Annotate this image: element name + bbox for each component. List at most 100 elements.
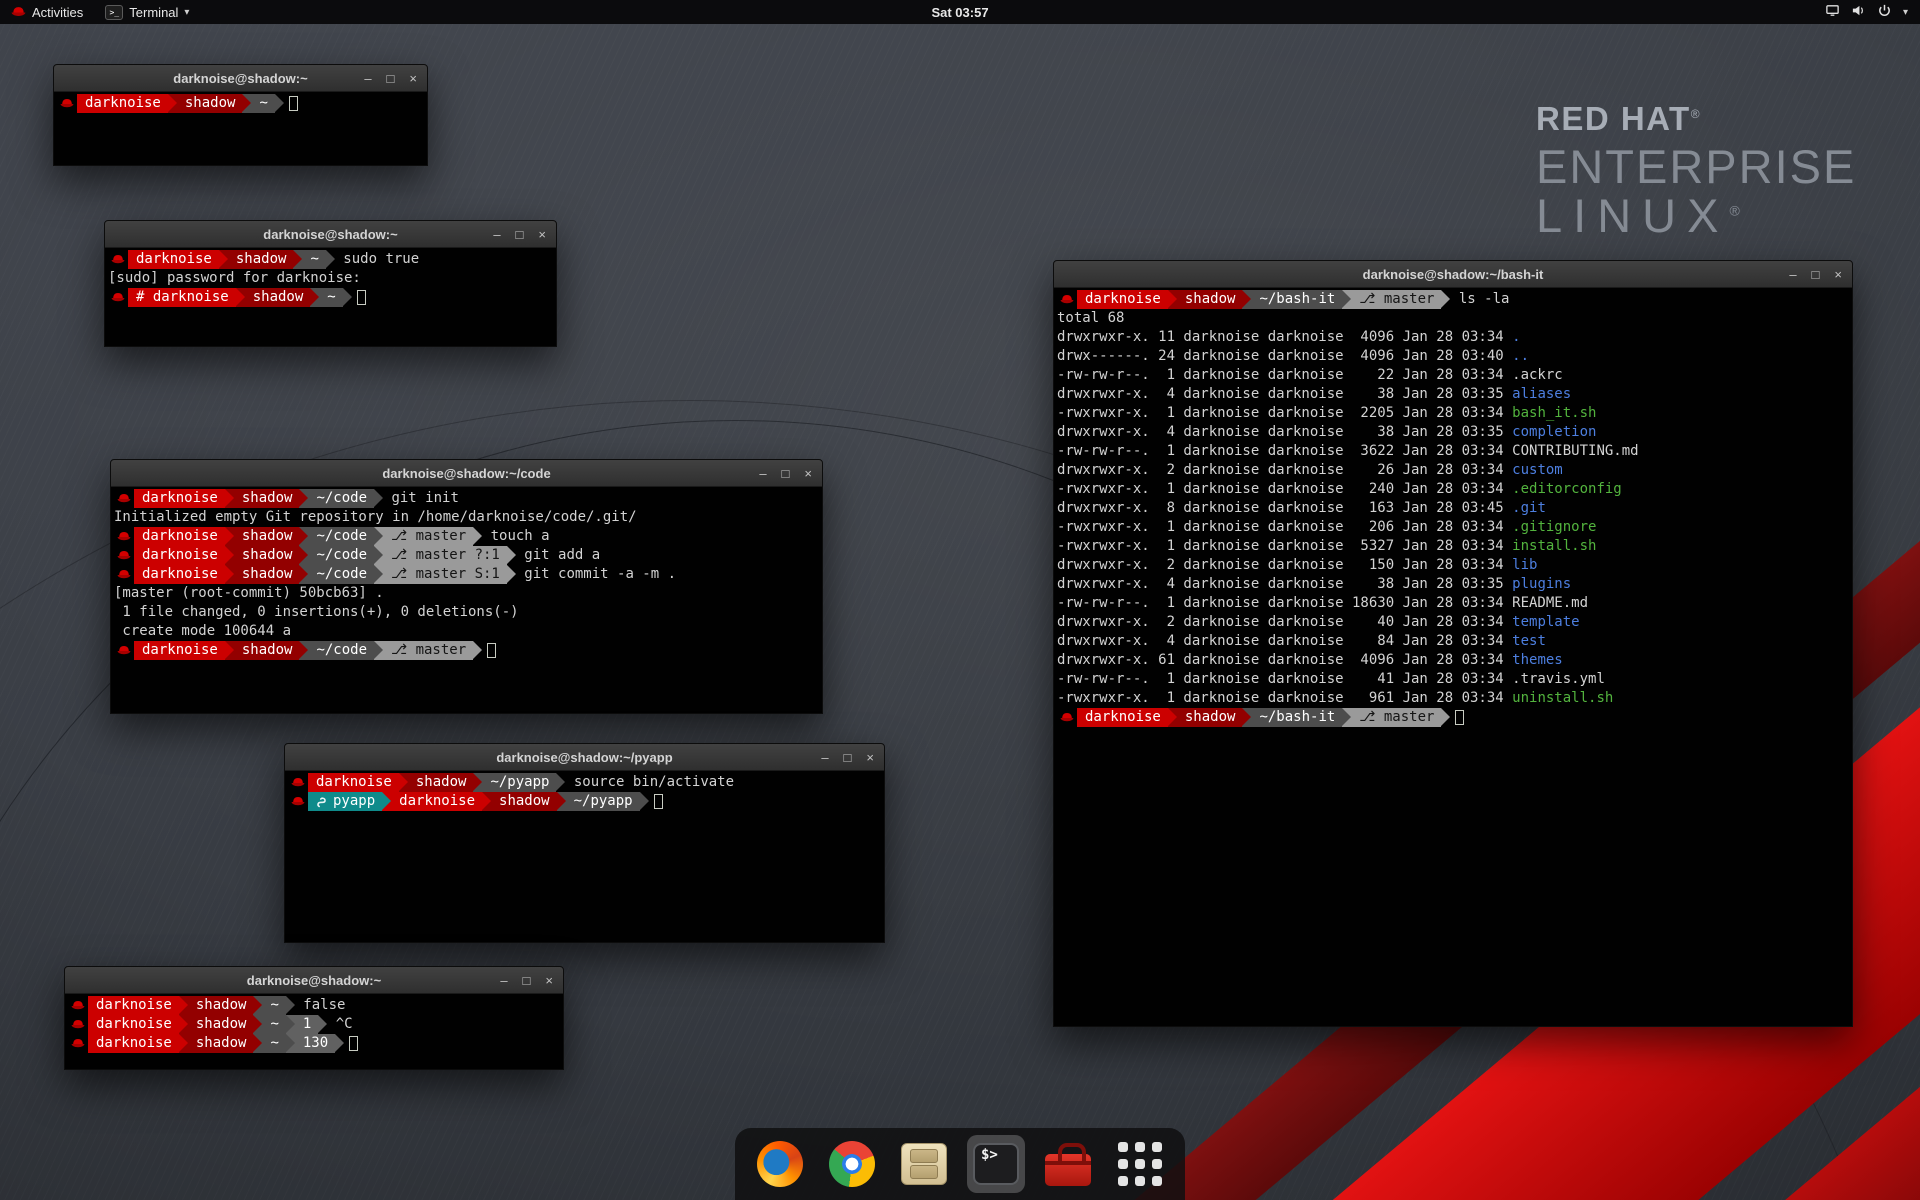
maximize-button[interactable]: □ [1812,267,1820,282]
system-menu[interactable]: ▾ [1817,0,1916,24]
terminal-text: ls -la [1450,290,1509,309]
window-titlebar[interactable]: darknoise@shadow:~/code–□× [111,460,822,487]
close-button[interactable]: × [866,750,874,765]
maximize-button[interactable]: □ [782,466,790,481]
minimize-button[interactable]: – [493,227,500,242]
window-titlebar[interactable]: darknoise@shadow:~ – □ × [54,65,427,92]
powerline-arrow-icon [557,792,566,811]
prompt-segment: darknoise [88,1034,179,1053]
terminal-cursor [654,794,663,809]
terminal-line: drwxrwxr-x. 4 darknoise darknoise 38 Jan… [1057,575,1852,594]
powerline-arrow-icon [473,773,482,792]
window-title: darknoise@shadow:~ [263,227,397,242]
powerline-arrow-icon [335,1034,344,1053]
terminal-line: darknoiseshadow~1 ^C [68,1015,563,1034]
powerline-arrow-icon [1342,290,1351,309]
window-controls: – □ × [493,221,546,247]
terminal-body[interactable]: darknoiseshadow~ falsedarknoiseshadow~1 … [65,994,563,1069]
terminal-text: .. [1512,347,1529,366]
minimize-button[interactable]: – [500,973,507,988]
window-titlebar[interactable]: darknoise@shadow:~–□× [65,967,563,994]
terminal-body[interactable]: darknoiseshadow~/code git initInitialize… [111,487,822,713]
close-button[interactable]: × [409,71,417,86]
terminal-body[interactable]: darknoiseshadow~/bash-it⎇ master ls -lat… [1054,288,1852,1026]
chevron-down-icon: ▾ [1903,7,1908,18]
close-button[interactable]: × [545,973,553,988]
powerline-arrow-icon [374,527,383,546]
minimize-button[interactable]: – [1789,267,1796,282]
terminal-window: darknoise@shadow:~–□×darknoiseshadow~ fa… [64,966,564,1070]
prompt-segment: shadow [234,527,300,546]
activities-button[interactable]: Activities [0,0,94,24]
prompt-segment: shadow [177,94,243,113]
terminal-line: drwx------. 24 darknoise darknoise 4096 … [1057,347,1852,366]
powerline-arrow-icon [507,546,516,565]
close-button[interactable]: × [804,466,812,481]
prompt-segment: ~/code [308,641,374,660]
terminal-text: [master (root-commit) 50bcb63] . [114,584,384,603]
powerline-arrow-icon [179,1034,188,1053]
terminal-text: aliases [1512,385,1571,404]
terminal-body[interactable]: darknoiseshadow~ sudo true[sudo] passwor… [105,248,556,346]
dock-item-app-grid[interactable] [1111,1135,1169,1193]
minimize-button[interactable]: – [364,71,371,86]
terminal-text: completion [1512,423,1596,442]
minimize-button[interactable]: – [759,466,766,481]
window-title: darknoise@shadow:~ [173,71,307,86]
window-titlebar[interactable]: darknoise@shadow:~/bash-it–□× [1054,261,1852,288]
terminal-line: -rw-rw-r--. 1 darknoise darknoise 3622 J… [1057,442,1852,461]
terminal-line: drwxrwxr-x. 2 darknoise darknoise 150 Ja… [1057,556,1852,575]
maximize-button[interactable]: □ [844,750,852,765]
maximize-button[interactable]: □ [523,973,531,988]
dock-item-archive-manager[interactable] [895,1135,953,1193]
redhat-prompt-icon [108,250,128,269]
windows-layer: darknoise@shadow:~–□×darknoiseshadow~dar… [0,0,1920,1200]
maximize-button[interactable]: □ [387,71,395,86]
powerline-arrow-icon [374,641,383,660]
redhat-icon [11,6,26,18]
redhat-prompt-icon [288,773,308,792]
dock-item-firefox[interactable] [751,1135,809,1193]
minimize-button[interactable]: – [821,750,828,765]
terminal-line: drwxrwxr-x. 8 darknoise darknoise 163 Ja… [1057,499,1852,518]
terminal-line: [sudo] password for darknoise: [108,269,556,288]
app-menu[interactable]: >_ Terminal ▾ [94,0,200,24]
dock-item-terminal[interactable]: $> [967,1135,1025,1193]
powerline-arrow-icon [310,288,319,307]
terminal-body[interactable]: darknoiseshadow~/pyapp source bin/activa… [285,771,884,942]
terminal-text: drwxrwxr-x. 11 darknoise darknoise 4096 … [1057,328,1512,347]
terminal-text: lib [1512,556,1537,575]
terminal-text: 1 file changed, 0 insertions(+), 0 delet… [114,603,519,622]
terminal-line: darknoiseshadow~/code⎇ master ?:1 git ad… [114,546,822,565]
terminal-cursor [349,1036,358,1051]
python-icon [316,796,328,808]
window-titlebar[interactable]: darknoise@shadow:~ – □ × [105,221,556,248]
powerline-arrow-icon [286,996,295,1015]
terminal-line: drwxrwxr-x. 4 darknoise darknoise 38 Jan… [1057,385,1852,404]
close-button[interactable]: × [1834,267,1842,282]
dock-item-toolbox[interactable] [1039,1135,1097,1193]
prompt-segment: ⎇ master [1351,708,1441,727]
terminal-text: Initialized empty Git repository in /hom… [114,508,637,527]
dock: $> [735,1128,1185,1200]
terminal-text: uninstall.sh [1512,689,1613,708]
terminal-line: drwxrwxr-x. 2 darknoise darknoise 40 Jan… [1057,613,1852,632]
terminal-line: -rwxrwxr-x. 1 darknoise darknoise 240 Ja… [1057,480,1852,499]
powerline-arrow-icon [179,996,188,1015]
terminal-text: -rwxrwxr-x. 1 darknoise darknoise 206 Ja… [1057,518,1512,537]
maximize-button[interactable]: □ [516,227,524,242]
terminal-line: create mode 100644 a [114,622,822,641]
terminal-text: themes [1512,651,1563,670]
terminal-text: drwxrwxr-x. 4 darknoise darknoise 38 Jan… [1057,575,1512,594]
terminal-text: -rw-rw-r--. 1 darknoise darknoise 41 Jan… [1057,670,1605,689]
archive-manager-icon [901,1143,947,1185]
powerline-arrow-icon [225,546,234,565]
powerline-arrow-icon [326,250,335,269]
app-menu-label: Terminal [129,5,178,20]
window-titlebar[interactable]: darknoise@shadow:~/pyapp–□× [285,744,884,771]
close-button[interactable]: × [538,227,546,242]
clock[interactable]: Sat 03:57 [931,5,988,20]
dock-item-chrome[interactable] [823,1135,881,1193]
terminal-body[interactable]: darknoiseshadow~ [54,92,427,165]
powerline-arrow-icon [473,641,482,660]
